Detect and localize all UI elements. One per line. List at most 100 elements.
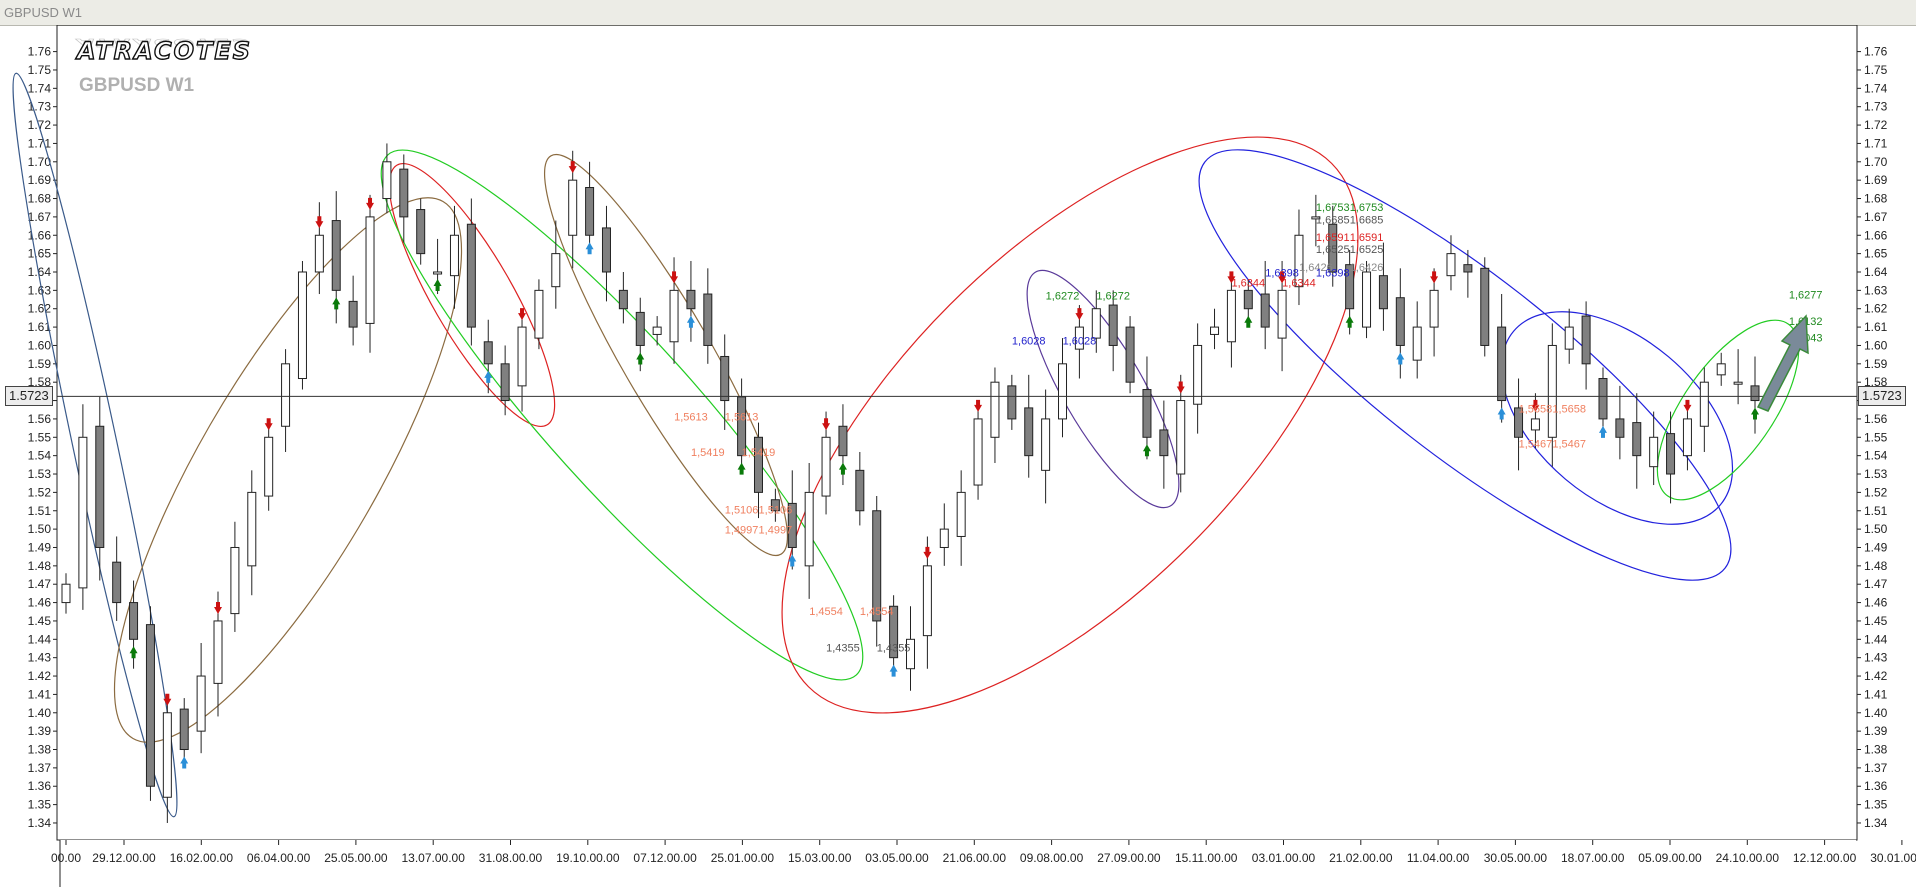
y-tick-label-right: 1.37 bbox=[1864, 761, 1888, 775]
candle-body bbox=[1547, 344, 1557, 438]
y-tick-label-right: 1.45 bbox=[1864, 614, 1888, 628]
y-tick-label-left: 1.44 bbox=[28, 632, 52, 646]
sell-arrow-icon bbox=[366, 197, 375, 210]
price-level-label: 1,5467 bbox=[1552, 438, 1586, 450]
price-chart[interactable]: 1.76 1.75 1.74 1.73 1.72 1.71 1.70 1.69 1.68 1.67… bbox=[0, 25, 1916, 887]
plot-border bbox=[56, 25, 1858, 841]
candle-body bbox=[1007, 385, 1017, 420]
candle-body bbox=[652, 326, 662, 335]
y-tick-label-right: 1.65 bbox=[1864, 247, 1888, 261]
candle-body bbox=[1108, 304, 1118, 346]
buy-arrow-icon bbox=[1396, 352, 1405, 365]
candle-body bbox=[1682, 418, 1692, 457]
price-level-label: 1,6591 bbox=[1350, 232, 1384, 244]
candle-body bbox=[213, 620, 223, 684]
candle-body bbox=[1480, 267, 1490, 346]
x-tick-label: 25.05.00.00 bbox=[324, 851, 388, 865]
buy-arrow-icon bbox=[1598, 425, 1607, 438]
chart-frame bbox=[56, 25, 1858, 887]
y-tick-label-left: 1.48 bbox=[28, 559, 52, 573]
x-tick-label: 12.12.00.00 bbox=[1793, 851, 1857, 865]
y-tick-label-left: 1.54 bbox=[28, 449, 52, 463]
y-tick-label-right: 1.76 bbox=[1864, 45, 1888, 59]
candle-body bbox=[551, 253, 561, 288]
logo: ATRACOTES bbox=[76, 36, 253, 65]
candle-body bbox=[618, 289, 628, 310]
candle-body bbox=[1649, 436, 1659, 468]
y-tick-label-right: 1.74 bbox=[1864, 81, 1888, 95]
y-tick-label-right: 1.47 bbox=[1864, 577, 1888, 591]
candle-body bbox=[1058, 363, 1068, 420]
price-level-label: 1,4355 bbox=[877, 643, 911, 655]
y-tick-label-right: 1.62 bbox=[1864, 302, 1888, 316]
x-tick-label: 07.12.00.00 bbox=[633, 851, 697, 865]
price-level-label: 1,4997 bbox=[725, 525, 759, 537]
price-level-label: 1,6272 bbox=[1046, 291, 1080, 303]
candle-body bbox=[669, 289, 679, 343]
candle-body bbox=[433, 271, 443, 275]
y-tick-label-left: 1.59 bbox=[28, 357, 52, 371]
candle-body bbox=[1210, 326, 1220, 335]
y-tick-label-left: 1.40 bbox=[28, 706, 52, 720]
buy-arrow-icon bbox=[686, 315, 695, 328]
y-tick-label-left: 1.67 bbox=[28, 210, 52, 224]
buy-arrow-icon bbox=[332, 297, 341, 310]
candle-body bbox=[1429, 289, 1439, 328]
y-tick-label-right: 1.64 bbox=[1864, 265, 1888, 279]
x-tick-label: 00.00 bbox=[51, 851, 81, 865]
price-level-label: 1,6685 bbox=[1316, 215, 1350, 227]
y-tick-label-right: 1.59 bbox=[1864, 357, 1888, 371]
price-level-label: 1,5106 bbox=[759, 505, 793, 517]
y-tick-label-right: 1.73 bbox=[1864, 100, 1888, 114]
y-tick-label-right: 1.53 bbox=[1864, 467, 1888, 481]
candle-body bbox=[1378, 275, 1388, 310]
price-level-label: 1,5658 bbox=[1552, 403, 1586, 415]
price-level-label: 1,5106 bbox=[725, 505, 759, 517]
y-tick-label-left: 1.43 bbox=[28, 651, 52, 665]
cycle-ellipse bbox=[380, 149, 864, 681]
candle-body bbox=[635, 311, 645, 346]
y-tick-label-left: 1.42 bbox=[28, 669, 52, 683]
y-tick-label-left: 1.76 bbox=[28, 45, 52, 59]
x-tick-label: 13.07.00.00 bbox=[401, 851, 465, 865]
y-tick-label-right: 1.41 bbox=[1864, 687, 1888, 701]
candle-body bbox=[112, 561, 122, 604]
price-level-label: 1,5419 bbox=[691, 447, 725, 459]
price-level-label: 1,5419 bbox=[742, 447, 776, 459]
y-tick-label-left: 1.51 bbox=[28, 504, 52, 518]
buy-arrow-icon bbox=[1244, 315, 1253, 328]
price-level-label: 1,6344 bbox=[1282, 277, 1316, 289]
price-level-label: 1,4997 bbox=[759, 525, 793, 537]
y-tick-label-left: 1.37 bbox=[28, 761, 52, 775]
candle-body bbox=[517, 326, 527, 387]
sell-arrow-icon bbox=[1683, 399, 1692, 412]
current-price-right: 1.5723 bbox=[1858, 386, 1906, 406]
candle-body bbox=[297, 271, 307, 380]
candle-body bbox=[162, 712, 172, 798]
candle-body bbox=[1024, 407, 1034, 457]
y-tick-label-left: 1.41 bbox=[28, 687, 52, 701]
y-tick-label-right: 1.49 bbox=[1864, 540, 1888, 554]
candle-body bbox=[416, 209, 426, 255]
y-tick-label-right: 1.75 bbox=[1864, 63, 1888, 77]
candle-body bbox=[753, 436, 763, 493]
sell-arrow-icon bbox=[822, 418, 831, 431]
x-tick-label: 21.02.00.00 bbox=[1329, 851, 1393, 865]
y-tick-label-left: 1.45 bbox=[28, 614, 52, 628]
y-tick-label-right: 1.36 bbox=[1864, 779, 1888, 793]
y-tick-label-right: 1.71 bbox=[1864, 136, 1888, 150]
candle-body bbox=[449, 234, 459, 277]
sell-arrow-icon bbox=[670, 271, 679, 284]
candle-body bbox=[466, 223, 476, 328]
candle-body bbox=[1260, 293, 1270, 328]
buy-arrow-icon bbox=[889, 664, 898, 677]
candle-body bbox=[1463, 264, 1473, 273]
price-level-label: 1,6272 bbox=[1096, 291, 1130, 303]
candle-body bbox=[78, 436, 88, 589]
price-level-label: 1,5613 bbox=[725, 412, 759, 424]
candle-body bbox=[534, 289, 544, 339]
buy-arrow-icon bbox=[585, 242, 594, 255]
price-level-label: 1,6028 bbox=[1012, 335, 1046, 347]
price-level-label: 1,6398 bbox=[1316, 267, 1350, 279]
y-tick-label-right: 1.69 bbox=[1864, 173, 1888, 187]
